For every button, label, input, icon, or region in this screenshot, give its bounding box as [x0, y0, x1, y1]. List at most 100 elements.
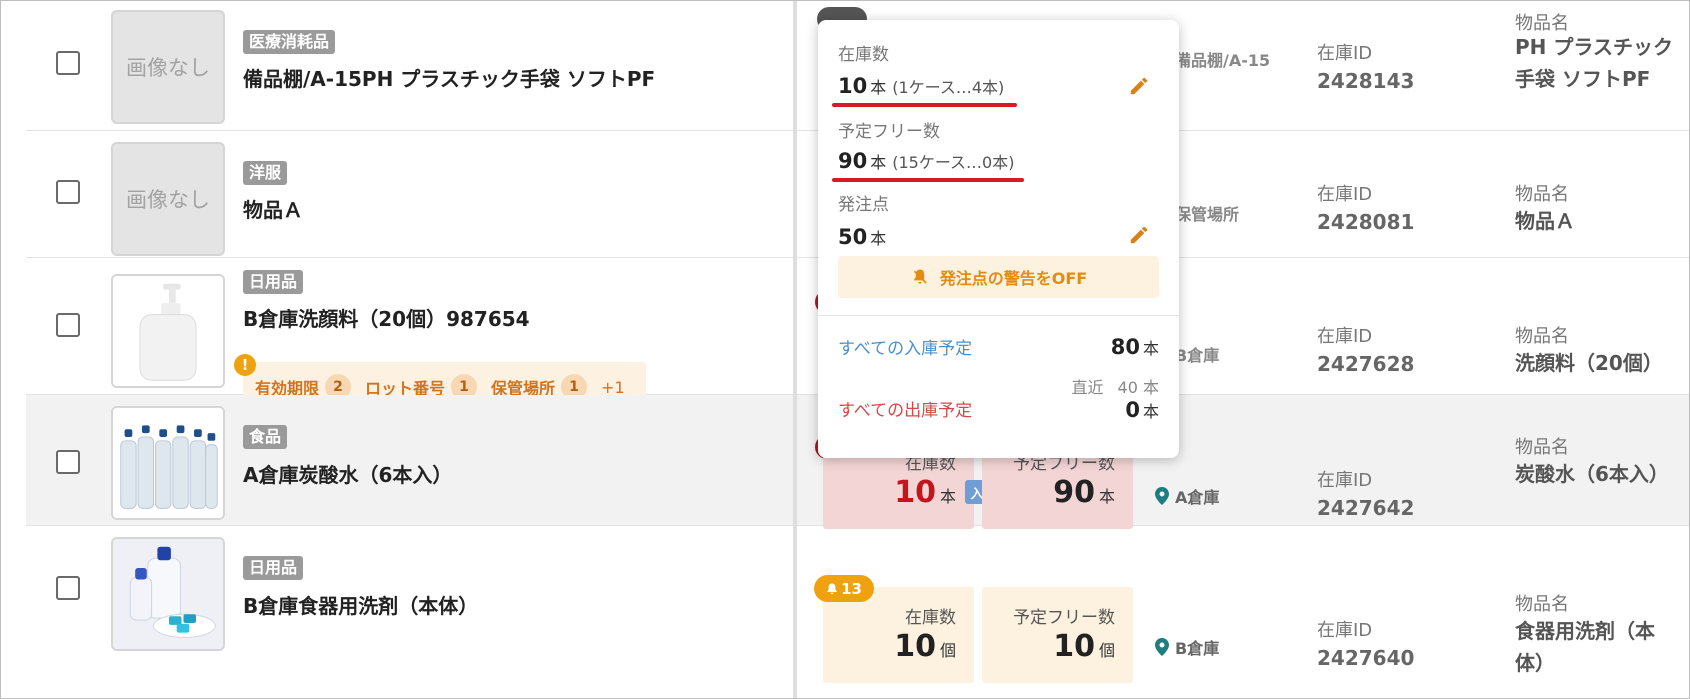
free-count-number: 10 [1053, 629, 1095, 664]
category-badge: 日用品 [243, 270, 304, 294]
location-pin-icon [1155, 487, 1169, 505]
recent-value: 40 本 [1117, 378, 1159, 397]
stock-count-label: 在庫数 [905, 608, 956, 628]
free-underline-annotation [832, 178, 1024, 182]
location-label: 備品棚/A-15 [1175, 51, 1271, 70]
stock-count-unit: 個 [939, 641, 956, 660]
item-name-label: 物品名 [1515, 326, 1569, 347]
location-label: A倉庫 [1175, 488, 1220, 507]
product-name[interactable]: B倉庫食器用洗剤（本体） [243, 590, 478, 619]
item-name-label: 物品名 [1515, 184, 1569, 205]
stock-id: 2427628 [1317, 352, 1415, 376]
product-list-panel: 画像なし 医療消耗品 備品棚/A-15PH プラスチック手袋 ソフトPF 画像な… [26, 1, 794, 698]
product-thumbnail [111, 537, 225, 651]
stock-detail-popover: 在庫数 10 本 (1ケース…4本) 予定フリー数 90 本 (15ケース…0本) 発注… [818, 20, 1179, 458]
popup-free-value: 90 本 (15ケース…0本) [838, 149, 1014, 173]
all-incoming-link[interactable]: すべての入庫予定 [838, 334, 972, 359]
popup-stock-unit: 本 [870, 78, 887, 97]
recent-label: 直近 [1071, 378, 1104, 397]
more-warnings[interactable]: +1 [601, 378, 625, 397]
incoming-number: 80 [1110, 335, 1140, 359]
item-name: PH プラスチック手袋 ソフトPF [1515, 35, 1673, 91]
stock-count-value: 10 本 [894, 475, 956, 510]
location-pin-icon [1155, 638, 1169, 656]
incoming-total: 80 本 [1111, 335, 1159, 359]
product-thumbnail: 画像なし [111, 10, 225, 124]
location-label: 保管場所 [1175, 205, 1240, 224]
free-count-label: 予定フリー数 [1013, 608, 1115, 628]
location: B倉庫 [1155, 635, 1219, 659]
table-row[interactable]: 画像なし 洋服 物品Ａ [26, 131, 794, 258]
popup-stock-number: 10 [838, 74, 868, 98]
outgoing-unit: 本 [1142, 402, 1159, 421]
category-badge: 日用品 [243, 556, 304, 580]
row-checkbox[interactable] [56, 450, 80, 474]
product-name[interactable]: 備品棚/A-15PH プラスチック手袋 ソフトPF [243, 63, 655, 92]
item-name: 食器用洗剤（本体） [1515, 619, 1655, 675]
row-checkbox[interactable] [56, 180, 80, 204]
all-outgoing-link[interactable]: すべての出庫予定 [838, 396, 972, 421]
popup-reorder-number: 50 [838, 225, 868, 249]
category-badge: 洋服 [243, 161, 288, 185]
stock-id: 2427642 [1317, 496, 1415, 520]
recent-incoming: 直近 40 本 [1072, 374, 1159, 398]
item-name: 炭酸水（6本入） [1515, 462, 1669, 486]
stock-id: 2427640 [1317, 646, 1415, 670]
outgoing-number: 0 [1125, 398, 1140, 422]
stock-count-number: 10 [894, 475, 936, 510]
free-count-unit: 個 [1098, 641, 1115, 660]
row-checkbox[interactable] [56, 576, 80, 600]
row-checkbox[interactable] [56, 51, 80, 75]
popup-reorder-unit: 本 [870, 229, 887, 248]
popup-divider [818, 315, 1179, 316]
stock-id: 2428081 [1317, 210, 1415, 234]
stock-count-value: 10 個 [894, 629, 956, 664]
popup-free-detail: (15ケース…0本) [892, 153, 1015, 172]
warning-exclamation-icon: ! [234, 354, 256, 376]
water-bottles-image [113, 408, 223, 518]
table-row[interactable]: 画像なし 医療消耗品 備品棚/A-15PH プラスチック手袋 ソフトPF [26, 1, 794, 131]
item-name: 洗顔料（20個） [1515, 351, 1663, 375]
product-name[interactable]: A倉庫炭酸水（6本入） [243, 459, 452, 488]
incoming-unit: 本 [1142, 339, 1159, 358]
stock-id-label: 在庫ID [1317, 43, 1373, 64]
table-row[interactable]: 食品 A倉庫炭酸水（6本入） [26, 395, 794, 526]
product-thumbnail: 画像なし [111, 142, 225, 256]
stock-count-unit: 本 [939, 487, 956, 506]
bell-off-icon [913, 269, 927, 284]
popup-stock-value: 10 本 (1ケース…4本) [838, 74, 1004, 98]
stock-id-label: 在庫ID [1317, 326, 1373, 347]
popup-stock-detail: (1ケース…4本) [892, 78, 1005, 97]
outgoing-total: 0本 [1125, 398, 1159, 422]
free-count-unit: 本 [1098, 487, 1115, 506]
popup-stock-label: 在庫数 [838, 45, 889, 65]
popup-reorder-value: 50 本 [838, 225, 886, 249]
row-checkbox[interactable] [56, 313, 80, 337]
table-row[interactable]: 在庫数 10 個 予定フリー数 10 個 B倉庫 在庫ID 2427640 物品名 … [797, 526, 1689, 698]
bell-icon [827, 583, 837, 594]
popup-reorder-label: 発注点 [838, 195, 889, 215]
table-row[interactable]: 日用品 B倉庫食器用洗剤（本体） [26, 526, 794, 698]
free-count-cell[interactable]: 予定フリー数 10 個 [982, 587, 1133, 683]
product-name[interactable]: B倉庫洗顔料（20個）987654 [243, 303, 530, 332]
product-name[interactable]: 物品Ａ [243, 194, 303, 223]
location-label: B倉庫 [1175, 639, 1220, 658]
reorder-alert-off-button[interactable]: 発注点の警告をOFF [838, 256, 1159, 298]
category-badge: 医療消耗品 [243, 30, 336, 54]
product-thumbnail [111, 406, 225, 520]
stock-count-number: 10 [894, 629, 936, 664]
free-count-value: 10 個 [1053, 629, 1115, 664]
soap-bottle-image [113, 276, 223, 386]
reorder-alert-off-label: 発注点の警告をOFF [939, 269, 1088, 288]
stock-id-label: 在庫ID [1317, 470, 1373, 491]
stock-id-label: 在庫ID [1317, 184, 1373, 205]
edit-stock-pencil-icon[interactable] [1128, 75, 1150, 97]
location-label: B倉庫 [1175, 346, 1220, 365]
reorder-alert-count: 13 [841, 579, 862, 598]
free-count-number: 90 [1053, 475, 1095, 510]
edit-reorder-pencil-icon[interactable] [1128, 224, 1150, 246]
reorder-alert-badge[interactable]: 13 [814, 575, 874, 602]
stock-id-label: 在庫ID [1317, 620, 1373, 641]
inventory-list-frame: 画像なし 医療消耗品 備品棚/A-15PH プラスチック手袋 ソフトPF 画像な… [0, 0, 1690, 699]
stock-id: 2428143 [1317, 69, 1415, 93]
